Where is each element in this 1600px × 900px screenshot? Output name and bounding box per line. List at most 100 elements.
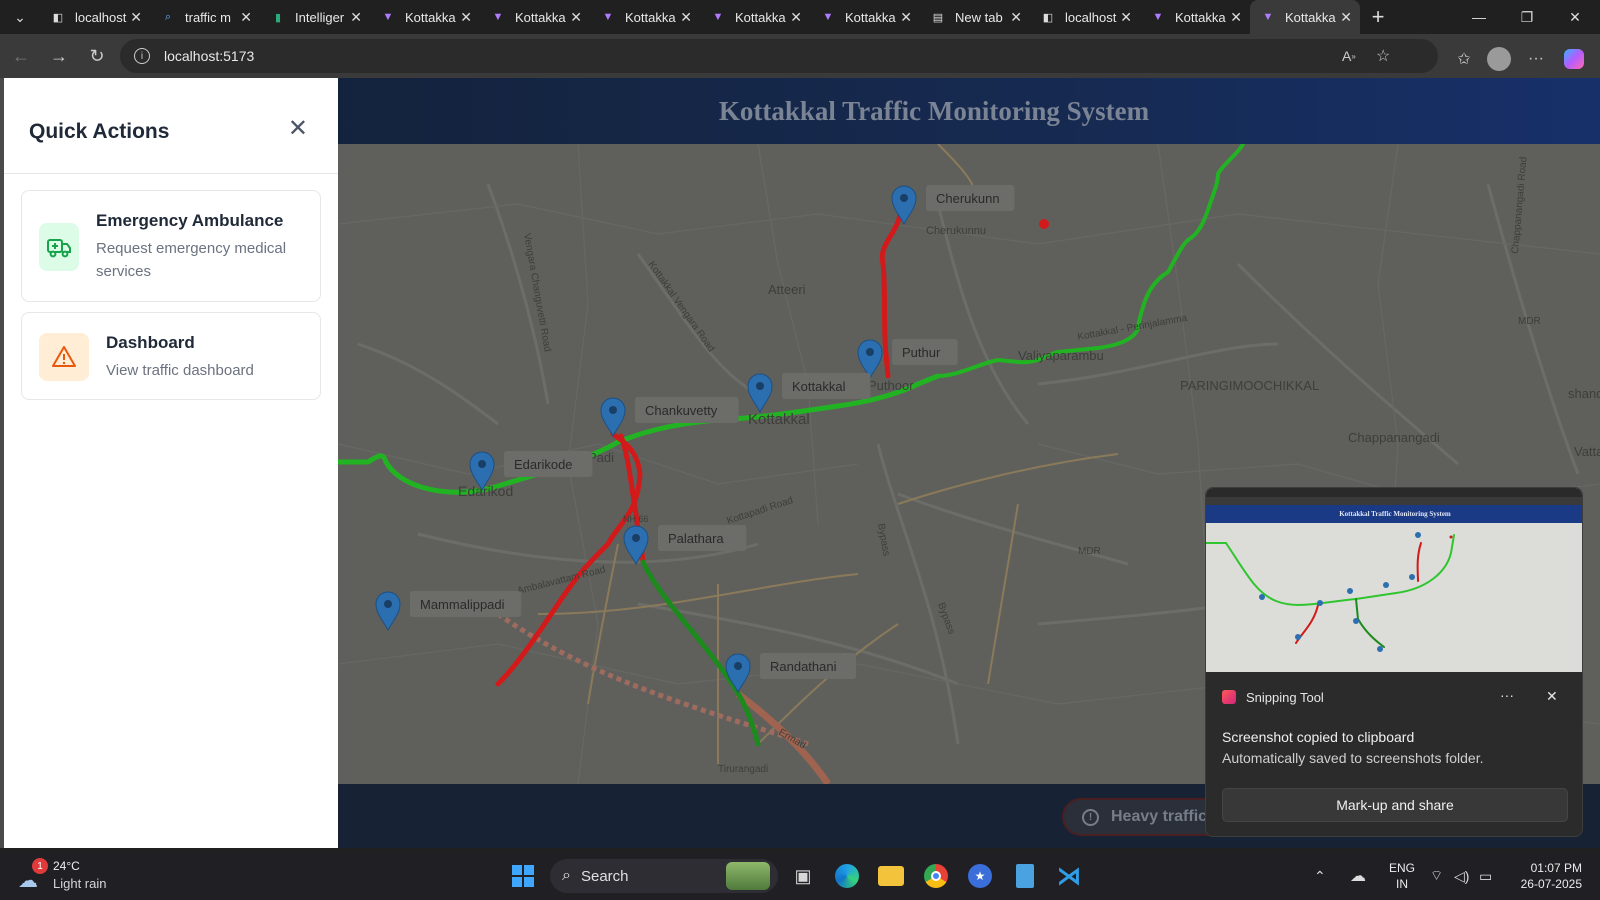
marker-label: Mammalippadi — [420, 597, 505, 612]
weather-desc: Light rain — [53, 876, 107, 891]
tab-close-icon[interactable]: ✕ — [130, 9, 142, 26]
tab-close-icon[interactable]: ✕ — [570, 9, 582, 26]
toast-header: Snipping Tool ··· ✕ — [1222, 687, 1568, 707]
tab-close-icon[interactable]: ✕ — [680, 9, 692, 26]
onedrive-icon[interactable]: ☁ — [1350, 852, 1366, 900]
windows-taskbar: ☁ 1 24°C Light rain ⌕ Search ▣ ★ ⋊ ⌃ ☁ E… — [0, 852, 1600, 900]
quick-actions-header: Quick Actions ✕ — [4, 78, 338, 174]
site-info-icon[interactable]: i — [134, 48, 150, 64]
notepad-icon[interactable] — [1007, 860, 1043, 892]
task-view-icon[interactable]: ▣ — [785, 860, 821, 892]
map-label-tirurangadi: Tirurangadi — [718, 764, 768, 775]
browser-tab[interactable]: ▤ New tab ✕ — [920, 0, 1030, 34]
alert-info-icon: ! — [1082, 808, 1099, 826]
emergency-ambulance-action[interactable]: Emergency Ambulance Request emergency me… — [21, 190, 321, 302]
intel-icon: ▮ — [274, 11, 282, 24]
marker-label: Kottakkal — [792, 379, 846, 394]
browser-tab[interactable]: ▼ Kottakka ✕ — [1250, 0, 1360, 34]
vscode-icon[interactable]: ⋊ — [1051, 860, 1087, 892]
browser-tab[interactable]: ▼ Kottakka ✕ — [590, 0, 700, 34]
address-bar[interactable]: i localhost:5173 A» ☆ — [120, 39, 1438, 73]
favorites-icon[interactable]: ✩ — [1449, 44, 1479, 74]
battery-icon[interactable]: ▭ — [1479, 852, 1492, 900]
edge-browser-icon[interactable] — [829, 860, 865, 892]
tab-title: Kottakka — [625, 9, 676, 25]
volume-icon[interactable]: ◁) — [1454, 852, 1469, 900]
action-title: Dashboard — [106, 333, 195, 352]
tab-close-icon[interactable]: ✕ — [790, 9, 802, 26]
browser-tab[interactable]: ▼ Kottakka ✕ — [810, 0, 920, 34]
map-label-mdr: MDR — [1078, 546, 1101, 557]
tab-close-icon[interactable]: ✕ — [1340, 9, 1352, 26]
browser-tab[interactable]: ◧ localhost ✕ — [1030, 0, 1140, 34]
search-placeholder: Search — [580, 867, 629, 885]
browser-toolbar: ← → ↻ i localhost:5173 A» ☆ — [0, 34, 1600, 78]
page-icon: ◧ — [52, 11, 64, 24]
tab-close-icon[interactable]: ✕ — [900, 9, 912, 26]
taskbar-search[interactable]: ⌕ Search — [550, 859, 778, 893]
app-store-icon[interactable]: ★ — [962, 860, 998, 892]
profile-avatar[interactable] — [1484, 44, 1514, 74]
tab-close-icon[interactable]: ✕ — [1010, 9, 1022, 26]
browser-tab[interactable]: ▼ Kottakka ✕ — [1140, 0, 1250, 34]
weather-badge: 1 — [32, 858, 48, 874]
tray-overflow-icon[interactable]: ⌃ — [1314, 852, 1326, 900]
toast-close-icon[interactable]: ✕ — [1546, 688, 1558, 705]
search-icon: ⌕ — [562, 867, 571, 884]
toast-app-name: Snipping Tool — [1246, 689, 1324, 705]
close-icon[interactable]: ✕ — [288, 114, 308, 143]
weather-widget[interactable]: ☁ 1 — [18, 858, 48, 892]
system-clock[interactable]: 01:07 PM 26-07-2025 — [1510, 860, 1582, 892]
window-close-icon[interactable]: ✕ — [1551, 0, 1599, 34]
tab-title: New tab — [955, 9, 1003, 25]
file-explorer-icon[interactable] — [873, 860, 909, 892]
browser-tab[interactable]: ▼ Kottakka ✕ — [480, 0, 590, 34]
browser-tab[interactable]: ◧ localhost ✕ — [40, 0, 150, 34]
map-label-chappanangadi: Chappanangadi — [1348, 430, 1440, 445]
lang-bottom: IN — [1396, 877, 1408, 891]
reload-icon[interactable]: ↻ — [78, 38, 116, 74]
browser-tab[interactable]: ▼ Kottakka ✕ — [370, 0, 480, 34]
tab-actions-menu-icon[interactable]: ⌄ — [0, 0, 40, 34]
settings-more-icon[interactable]: ··· — [1521, 44, 1551, 74]
copilot-icon[interactable] — [1559, 44, 1589, 74]
chrome-icon[interactable] — [918, 860, 954, 892]
tab-title: Kottakka — [1175, 9, 1226, 25]
tab-close-icon[interactable]: ✕ — [460, 9, 472, 26]
back-icon[interactable]: ← — [2, 38, 40, 74]
tab-close-icon[interactable]: ✕ — [1230, 9, 1242, 26]
tab-close-icon[interactable]: ✕ — [350, 9, 362, 26]
forward-icon[interactable]: → — [40, 38, 78, 74]
map-label-vattap: Vattap — [1574, 444, 1600, 459]
read-aloud-icon[interactable]: A» — [1342, 39, 1356, 73]
map-label-atteeri: Atteeri — [768, 282, 806, 297]
tab-close-icon[interactable]: ✕ — [1120, 9, 1132, 26]
map-label-nh66: NH 66 — [623, 514, 649, 524]
vite-icon: ▼ — [382, 11, 394, 23]
thumb-title: Kottakkal Traffic Monitoring System — [1206, 505, 1582, 523]
vite-icon: ▼ — [822, 11, 834, 23]
toast-more-icon[interactable]: ··· — [1500, 687, 1514, 703]
action-description: Request emergency medical services — [96, 240, 287, 280]
screenshot-thumbnail[interactable]: Kottakkal Traffic Monitoring System — [1206, 488, 1582, 672]
browser-tab[interactable]: ▼ Kottakka ✕ — [700, 0, 810, 34]
browser-tab[interactable]: ⌕ traffic m ✕ — [150, 0, 260, 34]
tab-close-icon[interactable]: ✕ — [240, 9, 252, 26]
dashboard-action[interactable]: Dashboard View traffic dashboard — [21, 312, 321, 400]
snipping-tool-notification[interactable]: Kottakkal Traffic Monitoring System Snip… — [1205, 487, 1583, 837]
markup-and-share-button[interactable]: Mark-up and share — [1222, 788, 1568, 822]
tab-title: Kottakka — [735, 9, 786, 25]
tab-list: ◧ localhost ✕ ⌕ traffic m ✕ ▮ Intelliger ✕ ▼ Kotta… — [40, 0, 1360, 34]
vite-icon: ▼ — [492, 11, 504, 23]
wifi-icon[interactable]: ⌔ — [1430, 852, 1443, 900]
start-windows-icon[interactable] — [505, 860, 541, 892]
favorite-star-icon[interactable]: ☆ — [1376, 39, 1390, 73]
tab-title: traffic m — [185, 9, 231, 25]
language-indicator[interactable]: ENG IN — [1389, 860, 1415, 892]
browser-tab[interactable]: ▮ Intelliger ✕ — [260, 0, 370, 34]
minimize-icon[interactable]: — — [1455, 0, 1503, 34]
tab-title: Kottakka — [405, 9, 456, 25]
restore-icon[interactable]: ❐ — [1503, 0, 1551, 34]
new-tab-button[interactable]: + — [1360, 4, 1396, 30]
vite-icon: ▼ — [1152, 11, 1164, 23]
